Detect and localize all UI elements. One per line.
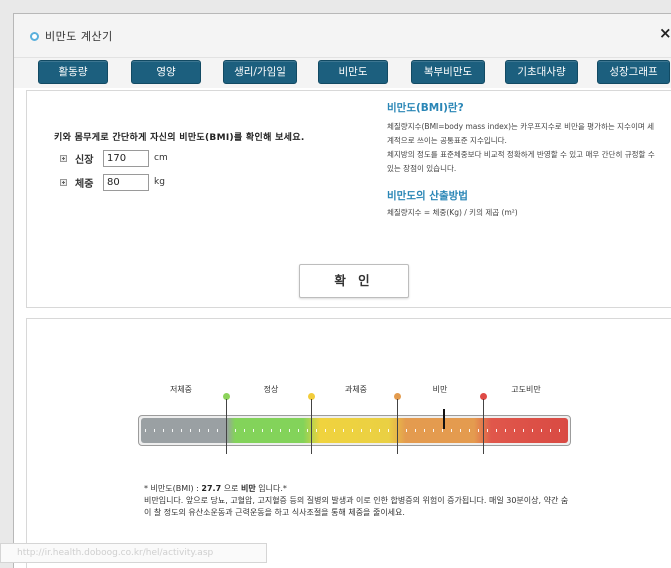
title-bar: 비만도 계산기 × bbox=[14, 14, 671, 58]
result-bmi-value: 27.7 bbox=[201, 484, 222, 493]
height-unit: cm bbox=[154, 153, 168, 163]
bullet-plus-icon bbox=[60, 154, 67, 162]
tab-abdominal[interactable]: 복부비만도 bbox=[411, 60, 485, 84]
result-suffix: 입니다.* bbox=[255, 484, 287, 493]
bmi-definition-title: 비만도(BMI)란? bbox=[387, 102, 464, 114]
title-bullet-icon bbox=[30, 32, 39, 41]
weight-input[interactable] bbox=[103, 173, 149, 191]
tab-nutrition[interactable]: 영양 bbox=[131, 60, 201, 84]
bmi-gauge bbox=[138, 415, 571, 446]
gauge-label-normal: 정상 bbox=[263, 385, 279, 394]
bmi-value-marker bbox=[443, 409, 445, 429]
bullet-plus-icon bbox=[60, 178, 67, 186]
tab-bar: 활동량 영양 생리/가임일 비만도 복부비만도 기초대사량 성장그래프 bbox=[14, 58, 671, 88]
result-description: 비만입니다. 앞으로 당뇨, 고혈압, 고지혈증 등의 질병의 발생과 이로 인… bbox=[144, 496, 569, 517]
weight-unit: kg bbox=[154, 177, 165, 187]
tab-bmr[interactable]: 기초대사량 bbox=[505, 60, 578, 84]
result-panel: 저체중 정상 과체중 비만 고도비만 * 비만도(BMI) : 27.7 으로 … bbox=[26, 318, 671, 568]
tab-menstrual[interactable]: 생리/가임일 bbox=[223, 60, 297, 84]
gauge-divider-3 bbox=[397, 399, 398, 454]
tab-growth[interactable]: 성장그래프 bbox=[597, 60, 670, 84]
result-mid: 으로 bbox=[221, 484, 241, 493]
gauge-ticks bbox=[145, 429, 564, 432]
bmi-definition-text: 체질량지수(BMI=body mass index)는 카우프지수로 비만을 평… bbox=[387, 122, 655, 173]
gauge-label-obese: 비만 bbox=[432, 385, 448, 394]
gauge-divider-1 bbox=[226, 399, 227, 454]
calculator-panel: 키와 몸무게로 간단하게 자신의 비만도(BMI)를 확인해 보세요. 신장 c… bbox=[26, 90, 671, 308]
close-button[interactable]: × bbox=[659, 24, 671, 42]
gauge-label-underweight: 저체중 bbox=[169, 385, 193, 394]
bmi-method-title: 비만도의 산출방법 bbox=[387, 190, 468, 202]
calculator-prompt: 키와 몸무게로 간단하게 자신의 비만도(BMI)를 확인해 보세요. bbox=[54, 133, 305, 143]
gauge-label-overweight: 과체중 bbox=[344, 385, 368, 394]
weight-label: 체중 bbox=[75, 178, 94, 190]
confirm-button[interactable]: 확 인 bbox=[299, 264, 409, 298]
height-row: 신장 cm bbox=[60, 149, 168, 167]
status-bar-url: http://ir.health.doboog.co.kr/hel/activi… bbox=[0, 543, 267, 563]
gauge-divider-2 bbox=[311, 399, 312, 454]
gauge-label-severe: 고도비만 bbox=[511, 385, 541, 394]
result-prefix: * 비만도(BMI) : bbox=[144, 484, 202, 493]
result-summary: * 비만도(BMI) : 27.7 으로 비만 입니다.* bbox=[144, 483, 574, 495]
result-category: 비만 bbox=[240, 484, 256, 493]
tab-activity[interactable]: 활동량 bbox=[38, 60, 108, 84]
window-title: 비만도 계산기 bbox=[45, 30, 113, 43]
gauge-divider-4 bbox=[483, 399, 484, 454]
result-text: * 비만도(BMI) : 27.7 으로 비만 입니다.* 비만입니다. 앞으로… bbox=[144, 483, 574, 519]
height-label: 신장 bbox=[75, 154, 94, 166]
weight-row: 체중 kg bbox=[60, 173, 165, 191]
bmi-method-text: 체질량지수 = 체중(Kg) / 키의 제곱 (m²) bbox=[387, 208, 518, 217]
height-input[interactable] bbox=[103, 149, 149, 167]
tab-bmi[interactable]: 비만도 bbox=[318, 60, 388, 84]
